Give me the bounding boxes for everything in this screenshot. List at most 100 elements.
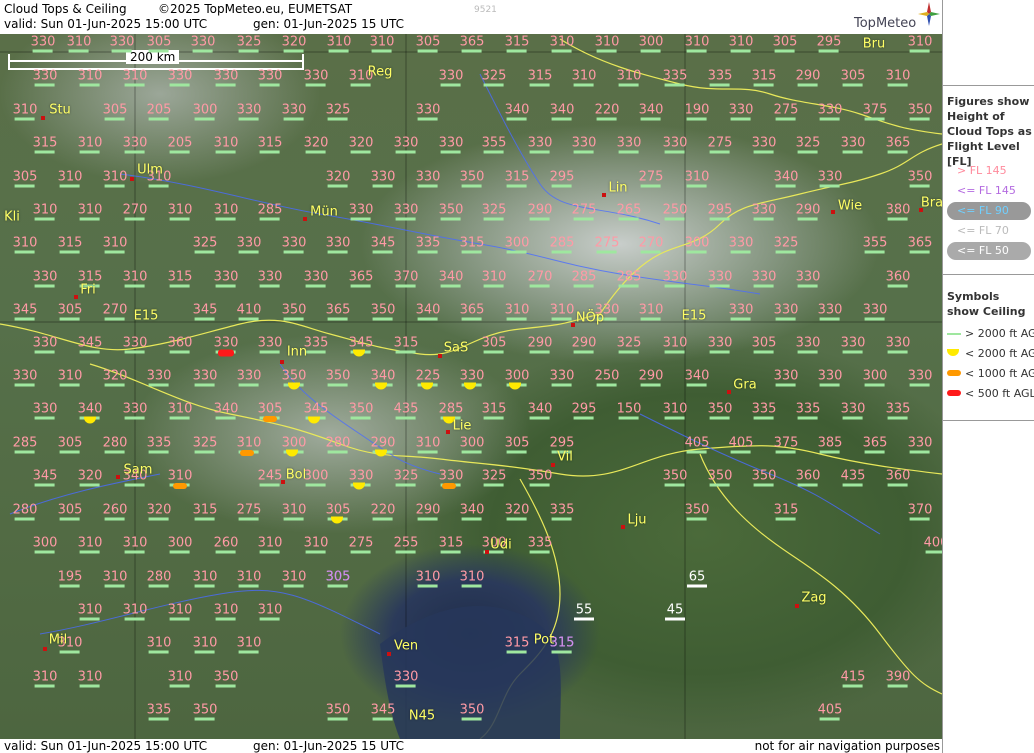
cloud-top-number: 330	[662, 269, 688, 285]
cloud-top-value: 325	[237, 36, 261, 53]
cloud-top-number: 315	[504, 34, 530, 50]
cloud-top-number: 330	[773, 302, 799, 318]
cloud-top-number: 290	[795, 202, 821, 218]
cloud-top-value: 330	[752, 137, 776, 154]
satellite-map[interactable]: 200 km 330 310 330 305 330 325 320 310 310 305 365…	[0, 34, 942, 739]
cloud-top-number: 340	[504, 102, 530, 118]
cloud-top-number: 310	[32, 669, 58, 685]
cloud-top-value: 360	[795, 468, 821, 487]
image-code: 9521	[474, 5, 497, 15]
cloud-top-number: 270	[527, 269, 553, 285]
ceiling-line-symbol	[327, 717, 348, 721]
cloud-top-number: 310	[192, 569, 218, 585]
cloud-top-number: 315	[504, 169, 530, 185]
cloud-top-number: 350	[370, 302, 396, 318]
cloud-top-value: 350	[908, 104, 932, 121]
ceiling-line-symbol	[887, 150, 908, 154]
cloud-top-number: 310	[616, 68, 642, 84]
ceiling-symbol-ora	[442, 483, 456, 489]
cloud-top-value: 290	[528, 204, 552, 221]
cloud-top-number: 55	[575, 602, 593, 618]
cloud-top-number: 350	[348, 401, 374, 417]
city-label: Mil	[48, 632, 68, 648]
cloud-top-value: 385	[818, 437, 842, 454]
ceiling-line-symbol	[14, 250, 35, 254]
cloud-top-number: 330	[907, 368, 933, 384]
cloud-top-number: 295	[707, 202, 733, 218]
ceiling-line-symbol	[440, 217, 461, 221]
cloud-top-number: 320	[102, 368, 128, 384]
cloud-top-number: 290	[571, 335, 597, 351]
cloud-top-number: 360	[795, 468, 821, 484]
cloud-top-number: 330	[303, 269, 329, 285]
ceiling-line-symbol	[327, 117, 348, 121]
ceiling-line-symbol	[148, 49, 169, 53]
cloud-top-number: 330	[795, 269, 821, 285]
ceiling-line-symbol	[79, 150, 100, 154]
cloud-top-value: 330	[752, 271, 776, 288]
cloud-top-number: 330	[167, 68, 193, 84]
cloud-top-value: 330	[572, 137, 596, 154]
cloud-top-value: 330	[439, 70, 463, 87]
cloud-top-value: 330	[123, 403, 147, 420]
cloud-top-number: 310	[12, 102, 38, 118]
ceiling-line-symbol	[551, 49, 572, 53]
cloud-top-number: 345	[348, 335, 374, 351]
cloud-top-value: 195	[58, 571, 82, 588]
city-label: SaS	[443, 340, 469, 356]
cloud-top-number: 305	[57, 502, 83, 518]
ceiling-line-symbol	[283, 517, 304, 521]
ceiling-line-symbol	[238, 517, 259, 521]
ceiling-line-symbol	[551, 250, 572, 254]
cloud-top-value: 300	[505, 237, 529, 254]
cloud-top-number: 280	[325, 435, 351, 451]
ceiling-line-symbol	[665, 617, 685, 621]
ceiling-line-symbol	[686, 517, 707, 521]
ceiling-line-symbol	[395, 217, 416, 221]
cloud-top-value: 305	[147, 36, 171, 53]
cloud-top-number: 335	[527, 535, 553, 551]
ceiling-line-symbol	[618, 217, 639, 221]
heights-legend: Figures show Height of Cloud Tops as Fli…	[943, 85, 1034, 274]
ceiling-line-symbol	[775, 117, 796, 121]
cloud-top-value: 330	[33, 70, 57, 87]
cloud-top-value: 315	[504, 169, 530, 188]
cloud-top-value: 330	[146, 368, 172, 387]
cloud-top-number: 365	[325, 302, 351, 318]
cloud-top-value: 350	[326, 704, 350, 721]
ceiling-line-symbol	[238, 650, 259, 654]
cloud-top-value: 350	[439, 204, 463, 221]
ceiling-line-symbol	[215, 416, 236, 420]
ceiling-line-symbol	[686, 383, 707, 387]
cloud-top-value: 310	[78, 137, 102, 154]
cloud-top-value: 300	[33, 537, 57, 554]
topmeteo-logo[interactable]: TopMeteo	[848, 2, 940, 34]
cloud-top-value: 350	[214, 671, 238, 688]
cloud-top-value: 305	[13, 171, 37, 188]
cloud-top-number: 365	[907, 235, 933, 251]
ceiling-line-symbol	[327, 584, 348, 588]
ceiling-line-symbol	[259, 150, 280, 154]
cloud-top-number: 310	[907, 34, 933, 50]
ceiling-line-symbol	[775, 450, 796, 454]
cloud-top-value: 310	[663, 337, 687, 354]
cloud-top-number: 330	[146, 368, 172, 384]
cloud-top-number: 340	[370, 368, 396, 384]
cloud-top-number: 410	[236, 302, 262, 318]
ceiling-line-symbol	[709, 217, 730, 221]
ceiling-line-symbol	[909, 517, 930, 521]
cloud-top-value: 290	[639, 370, 663, 387]
cloud-top-number: 340	[77, 401, 103, 417]
cloud-top-number: 330	[32, 335, 58, 351]
ceiling-line-symbol	[664, 83, 685, 87]
city-label: Gra	[733, 377, 757, 393]
cloud-top-value: 310	[78, 70, 102, 87]
ceiling-line-symbol	[596, 250, 617, 254]
cloud-top-number: 310	[77, 669, 103, 685]
cloud-top-number: 330	[549, 368, 575, 384]
ceiling-line-symbol	[686, 184, 707, 188]
cloud-top-value: 330	[394, 671, 418, 688]
cloud-top-value: 330	[795, 269, 821, 288]
cloud-top-number: 415	[840, 669, 866, 685]
ceiling-line-symbol	[395, 483, 416, 487]
